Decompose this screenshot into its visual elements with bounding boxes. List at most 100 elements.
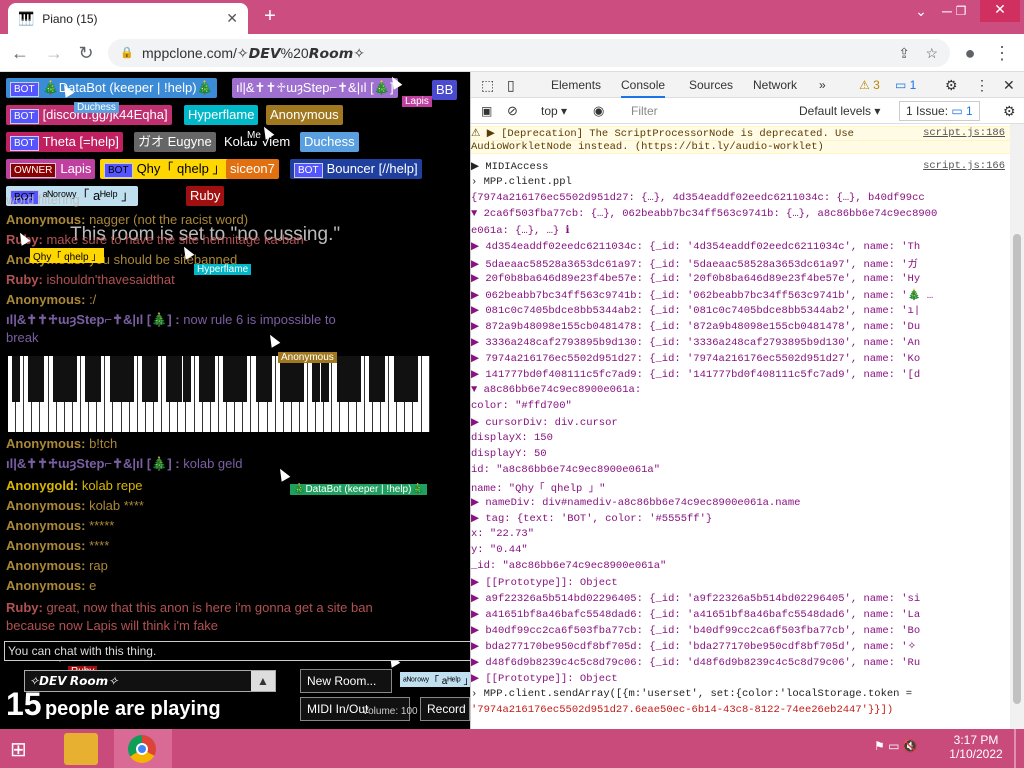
device-toolbar-icon[interactable]: ▯ [507,72,515,98]
black-key[interactable] [409,356,418,402]
console-line[interactable]: ▶ nameDiv: div#namediv-a8c86bb6e74c9ec89… [471,496,1011,509]
console-line[interactable]: ▶ 141777bd0f408111c5fc7ad9: {_id: '14177… [471,368,1011,381]
console-line[interactable]: ▼ a8c86bb6e74c9ec8900e061a: [471,384,1011,396]
tab-console[interactable]: Console [621,72,666,98]
black-key[interactable] [206,356,215,402]
user-tag[interactable]: BB [432,80,458,100]
close-devtools-icon[interactable]: ✕ [1003,72,1015,98]
black-key[interactable] [263,356,272,402]
chat-input[interactable]: You can chat with this thing. [4,641,470,661]
user-tag[interactable]: ガオ Eugyne [134,132,216,152]
more-tabs-icon[interactable]: » [819,72,826,98]
system-tray-icons[interactable]: ⚑ ▭ 🔇 [874,739,918,753]
sidebar-toggle-icon[interactable]: ▣ [481,98,492,124]
black-key[interactable] [93,356,102,402]
white-key[interactable] [422,356,430,432]
tab-network[interactable]: Network [753,72,797,98]
console-line[interactable]: {7974a216176ec5502d951d27: {…}, 4d354ead… [471,192,1011,204]
black-key[interactable] [344,356,353,402]
console-line[interactable]: ▶ 5daeaac58528a3653dc61a97: {_id: '5daea… [471,256,1011,271]
user-tag[interactable]: Hyperflame [184,105,259,125]
forward-icon[interactable]: → [42,41,66,65]
reload-icon[interactable]: ↻ [74,41,98,65]
record-button[interactable]: Record [420,697,470,721]
user-tag[interactable]: OWNER Lapis [6,159,96,179]
user-tag[interactable]: Anonymous [266,105,343,125]
user-tag[interactable]: Ruby [186,186,225,206]
levels-dropdown[interactable]: Default levels ▾ [799,98,880,124]
user-tag[interactable]: BOT Theta [=help] [6,132,123,152]
console-line[interactable]: ▶ 081c0c7405bdce8bb5344ab2: {_id: '081c0… [471,304,1011,317]
black-key[interactable] [393,356,402,402]
black-key[interactable] [52,356,61,402]
console-line[interactable]: ▶ tag: {text: 'BOT', color: '#5555ff'} [471,512,1011,525]
console-scrollbar[interactable] [1010,124,1024,729]
black-key[interactable] [109,356,118,402]
console-line[interactable]: ▶ [[Prototype]]: Object [471,672,1011,685]
user-tag[interactable]: BOT Qhy「 qhelp 」 [100,159,230,179]
message-count[interactable]: ▭ 1 [895,72,916,98]
inspect-icon[interactable]: ⬚ [481,72,494,98]
black-key[interactable] [377,356,386,402]
console-line[interactable]: ▶ 062beabb7bc34ff563c9741b: {_id: '062be… [471,288,1011,302]
source-link[interactable]: script.js:186 [923,127,1005,139]
new-room-button[interactable]: New Room... [300,669,392,693]
console-line[interactable]: › MPP.client.sendArray([{m:'userset', se… [471,688,1011,700]
tab-sources[interactable]: Sources [689,72,733,98]
piano-keyboard[interactable] [8,356,430,432]
console-line[interactable]: ▶ d48f6d9b8239c4c5c8d79c06: {_id: 'd48f6… [471,656,1011,669]
console-line[interactable]: ▶ MIDIAccess script.js:166 [471,160,1011,173]
black-key[interactable] [117,356,126,402]
black-key[interactable] [125,356,134,402]
eye-icon[interactable]: ◉ [593,98,604,124]
browser-tab[interactable]: 🎹 Piano (15) ✕ [8,3,248,34]
console-line[interactable]: _id: "a8c86bb6e74c9ec8900e061a" [471,560,1011,572]
black-key[interactable] [401,356,410,402]
filter-input[interactable]: Filter [631,98,781,124]
console-line[interactable]: y: "0.44" [471,544,1011,556]
user-tag[interactable]: ıl|&✝✝♱ɯȝStep⌐✝&|ıl [🎄] [232,78,398,98]
black-key[interactable] [85,356,94,402]
tab-elements[interactable]: Elements [551,72,601,98]
console-line[interactable]: displayY: 50 [471,448,1011,460]
console-line[interactable]: ▶ [[Prototype]]: Object [471,576,1011,589]
console-line[interactable]: AudioWorkletNode instead. (https://bit.l… [471,140,1011,154]
console-line[interactable]: ▶ a41651bf8a46bafc5548dad6: {_id: 'a4165… [471,608,1011,621]
chrome-menu-icon[interactable]: ⋮ [990,41,1014,65]
console-line[interactable]: color: "#ffd700" [471,400,1011,412]
kebab-menu-icon[interactable]: ⋮ [975,72,989,98]
console-line[interactable]: ▶ 7974a216176ec5502d951d27: {_id: '7974a… [471,352,1011,365]
black-key[interactable] [231,356,240,402]
profile-avatar-icon[interactable]: ● [958,41,982,65]
black-key[interactable] [239,356,248,402]
close-tab-icon[interactable]: ✕ [226,10,238,27]
console-line[interactable]: ▶ cursorDiv: div.cursor [471,416,1011,429]
black-key[interactable] [36,356,45,402]
console-line[interactable]: ▼ 2ca6f503fba77cb: {…}, 062beabb7bc34ff5… [471,208,1011,220]
file-explorer-icon[interactable] [64,733,98,765]
black-key[interactable] [336,356,345,402]
back-icon[interactable]: ← [8,41,32,65]
console-line[interactable]: x: "22.73" [471,528,1011,540]
user-tag[interactable]: BOT Bouncer [//help] [290,159,422,179]
clear-console-icon[interactable]: ⊘ [507,98,518,124]
new-tab-button[interactable]: + [258,5,282,29]
show-desktop[interactable] [1014,729,1016,768]
console-line[interactable]: ▶ a9f22326a5b514bd02296405: {_id: 'a9f22… [471,592,1011,605]
console-line[interactable]: ▶ 4d354eaddf02eedc6211034c: {_id: '4d354… [471,240,1011,253]
console-line[interactable]: › MPP.client.ppl [471,176,1011,188]
console-line[interactable]: id: "a8c86bb6e74c9ec8900e061a" [471,464,1011,476]
black-key[interactable] [352,356,361,402]
restore-icon[interactable]: ❐ [946,2,976,22]
user-tag[interactable]: BOT 🎄DataBot (keeper | !help)🎄 [6,78,217,98]
source-link[interactable]: script.js:166 [923,160,1005,172]
url-field[interactable]: 🔒 mppclone.com/✧𝘿𝙀𝙑%20𝙍𝙤𝙤𝙢✧ ⇪ ☆ [108,39,950,67]
black-key[interactable] [60,356,69,402]
console-line[interactable]: ▶ bda277170be950cdf8bf705d: {_id: 'bda27… [471,640,1011,653]
chrome-taskbar-button[interactable] [114,729,172,768]
scrollbar-thumb[interactable] [1013,234,1021,704]
black-key[interactable] [174,356,183,402]
warning-count[interactable]: ⚠ 3 [859,72,880,98]
clock[interactable]: 3:17 PM 1/10/2022 [946,733,1006,761]
console-settings-icon[interactable]: ⚙ [1003,98,1016,124]
